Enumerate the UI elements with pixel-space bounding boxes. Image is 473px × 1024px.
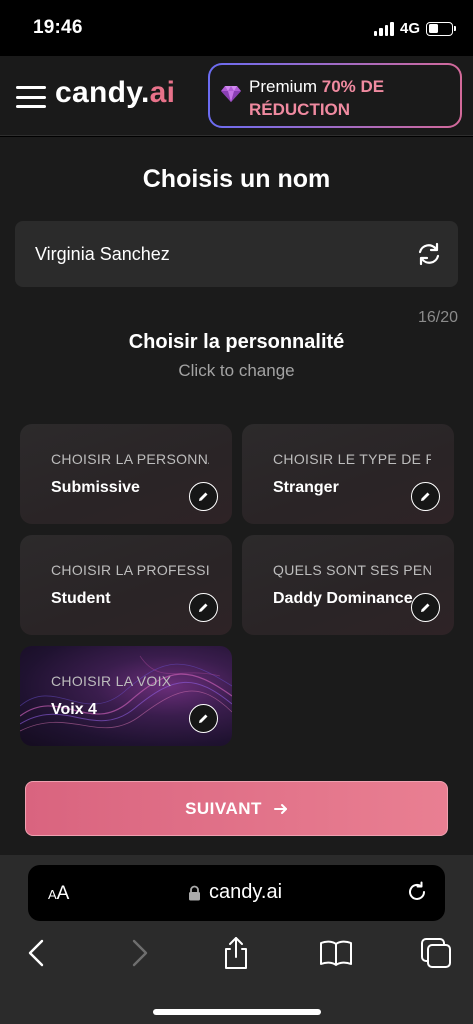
regenerate-name-icon[interactable]: [416, 241, 442, 267]
candy-ai-logo[interactable]: candy.ai: [55, 76, 175, 110]
battery-icon: [426, 21, 456, 36]
network-type: 4G: [399, 20, 420, 37]
premium-text: Premium 70% DE RÉDUCTION: [249, 77, 385, 119]
home-indicator: [153, 1009, 321, 1015]
next-button-label: SUIVANT: [185, 798, 262, 818]
pencil-edit-icon[interactable]: [411, 482, 440, 511]
lock-icon: [189, 885, 200, 901]
url-text: candy.ai: [209, 881, 283, 903]
browser-chrome: AA candy.ai: [0, 855, 473, 1024]
card-value: Submissive: [51, 479, 140, 496]
card-value: Daddy Dominance: [273, 590, 413, 607]
share-icon[interactable]: [218, 935, 254, 971]
card-label: CHOISIR LE TYPE DE RELATION: [273, 451, 431, 467]
pencil-edit-icon[interactable]: [189, 482, 218, 511]
card-label: QUELS SONT SES PENCHANTS: [273, 562, 431, 578]
profession-card[interactable]: CHOISIR LA PROFESSION Student: [20, 535, 232, 635]
pencil-edit-icon[interactable]: [189, 593, 218, 622]
url-bar[interactable]: AA candy.ai: [28, 865, 445, 921]
voice-card[interactable]: CHOISIR LA VOIX Voix 4: [20, 646, 232, 746]
status-time: 19:46: [33, 17, 83, 38]
bookmarks-icon[interactable]: [318, 935, 354, 971]
arrow-right-icon: [273, 803, 287, 814]
pencil-edit-icon[interactable]: [189, 704, 218, 733]
diamond-icon: [221, 86, 241, 102]
card-value: Student: [51, 590, 111, 607]
hamburger-menu-icon[interactable]: [16, 86, 46, 108]
name-input[interactable]: [35, 221, 405, 287]
signal-icon: [373, 21, 394, 36]
kinks-card[interactable]: QUELS SONT SES PENCHANTS Daddy Dominance: [242, 535, 454, 635]
personality-card[interactable]: CHOISIR LA PERSONNALITÉ Submissive: [20, 424, 232, 524]
name-field: [15, 221, 458, 287]
text-size-button[interactable]: AA: [48, 883, 69, 905]
premium-discount-button[interactable]: Premium 70% DE RÉDUCTION: [208, 63, 462, 128]
section-title: Choisir la personnalité: [128, 331, 345, 353]
pencil-edit-icon[interactable]: [411, 593, 440, 622]
card-label: CHOISIR LA VOIX: [51, 673, 172, 689]
char-counter: 16/20: [417, 309, 458, 326]
card-label: CHOISIR LA PROFESSION: [51, 562, 209, 578]
forward-icon[interactable]: [120, 935, 156, 971]
app-header: candy.ai Premium 70% DE RÉDUCTION: [0, 56, 473, 136]
next-button[interactable]: SUIVANT: [25, 781, 448, 836]
card-label: CHOISIR LA PERSONNALITÉ: [51, 451, 209, 467]
status-bar: 19:46 4G: [0, 0, 473, 56]
section-subtitle: Click to change: [178, 361, 295, 380]
relationship-card[interactable]: CHOISIR LE TYPE DE RELATION Stranger: [242, 424, 454, 524]
card-value: Stranger: [273, 479, 339, 496]
tabs-icon[interactable]: [418, 935, 454, 971]
main-content: Choisis un nom 16/20 Choisir la personna…: [0, 137, 473, 855]
card-value: Voix 4: [51, 701, 97, 718]
reload-icon[interactable]: [406, 881, 428, 903]
status-icons: 4G: [373, 20, 456, 37]
back-icon[interactable]: [20, 935, 56, 971]
page-title: Choisis un nom: [142, 165, 331, 193]
